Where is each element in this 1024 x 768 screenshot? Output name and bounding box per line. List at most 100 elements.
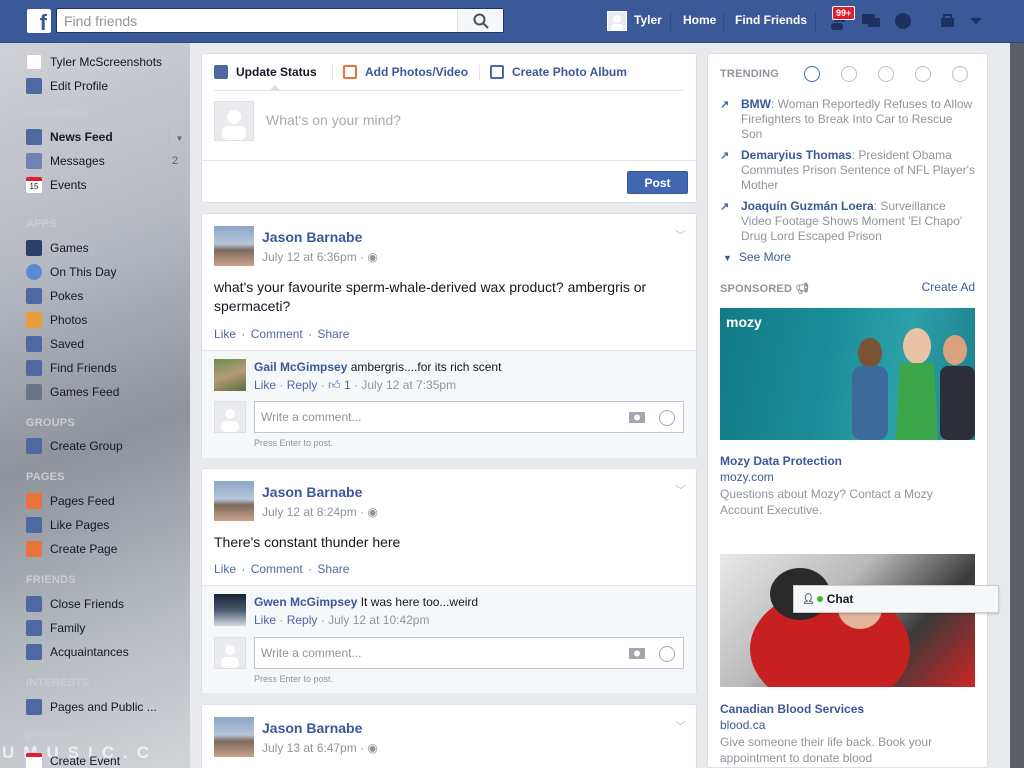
section-title-favorites: FAVORITES <box>26 107 90 119</box>
sidebar-item-pages-and-public[interactable]: Pages and Public ... <box>26 698 186 716</box>
comment-reply-link[interactable]: Reply <box>287 613 318 627</box>
post-button[interactable]: Post <box>627 171 688 194</box>
tab-update-status[interactable]: Update Status <box>214 65 317 79</box>
ad-title[interactable]: Canadian Blood Services <box>720 702 864 716</box>
sidebar-item-saved[interactable]: Saved <box>26 335 186 353</box>
mozy-ad-image[interactable]: mozy <box>720 308 975 440</box>
commenter-name[interactable]: Gwen McGimpsey <box>254 595 357 609</box>
create-ad-link[interactable]: Create Ad <box>922 280 975 294</box>
sidebar-item-games[interactable]: Games <box>26 239 186 257</box>
comment-link[interactable]: Comment <box>251 562 303 576</box>
sidebar-item-create-page[interactable]: Create Page <box>26 540 186 558</box>
sidebar-item-create-group[interactable]: Create Group <box>26 437 186 455</box>
sidebar-item-acquaintances[interactable]: Acquaintances <box>26 643 186 661</box>
trending-topic[interactable]: Joaquín Guzmán Loera <box>741 199 874 213</box>
comment-like-count[interactable]: 1 <box>344 378 351 392</box>
comment-reply-link[interactable]: Reply <box>287 378 318 392</box>
emoji-smiley-icon[interactable] <box>659 410 675 426</box>
search-button[interactable] <box>457 9 503 32</box>
camera-icon[interactable] <box>629 646 645 659</box>
sidebar-item-create-event[interactable]: Create Event <box>26 752 186 768</box>
author-name[interactable]: Jason Barnabe <box>262 720 362 736</box>
share-link[interactable]: Share <box>317 562 349 576</box>
comment-timestamp[interactable]: July 12 at 7:35pm <box>361 378 456 392</box>
sidebar-item-find-friends[interactable]: Find Friends <box>26 359 186 377</box>
sidebar-item-pokes[interactable]: Pokes <box>26 287 186 305</box>
messages-icon[interactable] <box>860 10 882 32</box>
share-link[interactable]: Share <box>317 327 349 341</box>
story-options-chevron-down-icon[interactable]: ﹀ <box>675 227 686 243</box>
settings-chevron-down-icon[interactable] <box>965 10 987 32</box>
timestamp-text[interactable]: July 12 at 6:36pm <box>262 250 357 264</box>
comment-link[interactable]: Comment <box>251 327 303 341</box>
nav-home-link[interactable]: Home <box>683 13 716 27</box>
sidebar-item-photos[interactable]: Photos <box>26 311 186 329</box>
nav-find-friends-link[interactable]: Find Friends <box>735 13 807 27</box>
comment-input[interactable] <box>255 638 615 668</box>
commenter-avatar[interactable] <box>214 594 246 626</box>
commenter-avatar[interactable] <box>214 359 246 391</box>
comment-like-link[interactable]: Like <box>254 378 276 392</box>
timestamp-text[interactable]: July 13 at 6:47pm <box>262 741 357 755</box>
timestamp-text[interactable]: July 12 at 8:24pm <box>262 505 357 519</box>
author-avatar[interactable] <box>214 717 254 757</box>
megaphone-icon: 📢︎ <box>795 283 810 295</box>
games-icon <box>26 240 42 256</box>
trending-item[interactable]: ↗ Joaquín Guzmán Loera: Surveillance Vid… <box>720 199 975 244</box>
sidebar-item-close-friends[interactable]: Close Friends <box>26 595 186 613</box>
author-avatar[interactable] <box>214 481 254 521</box>
trending-sports-icon[interactable] <box>915 66 931 82</box>
story-options-chevron-down-icon[interactable]: ﹀ <box>675 482 686 498</box>
ad-title[interactable]: Mozy Data Protection <box>720 454 842 468</box>
story-options-chevron-down-icon[interactable]: ﹀ <box>675 718 686 734</box>
camera-icon[interactable] <box>629 410 645 423</box>
author-name[interactable]: Jason Barnabe <box>262 484 362 500</box>
trending-topic[interactable]: BMW <box>741 97 771 111</box>
emoji-smiley-icon[interactable] <box>659 646 675 662</box>
sidebar-item-news-feed[interactable]: News Feed <box>26 128 186 146</box>
see-more-link[interactable]: ▼ See More <box>723 250 791 264</box>
trending-item[interactable]: ↗ BMW: Woman Reportedly Refuses to Allow… <box>720 97 975 142</box>
sidebar-item-events[interactable]: 15 Events <box>26 176 186 194</box>
trending-entertainment-icon[interactable] <box>952 66 968 82</box>
sidebar-item-pages-feed[interactable]: Pages Feed <box>26 492 186 510</box>
ad-url[interactable]: mozy.com <box>720 470 774 484</box>
comment-timestamp[interactable]: July 12 at 10:42pm <box>328 613 429 627</box>
author-avatar[interactable] <box>214 226 254 266</box>
search-input[interactable] <box>57 9 457 32</box>
privacy-shortcuts-icon[interactable] <box>937 10 959 32</box>
chat-tab[interactable]: 👤︎ Chat <box>793 585 999 613</box>
like-link[interactable]: Like <box>214 327 236 341</box>
nav-profile-link[interactable]: Tyler <box>634 13 662 27</box>
sidebar-item-messages[interactable]: Messages 2 <box>26 152 186 170</box>
trending-science-icon[interactable] <box>878 66 894 82</box>
like-link[interactable]: Like <box>214 562 236 576</box>
notifications-globe-icon[interactable] <box>892 10 914 32</box>
sidebar-item-edit-profile[interactable]: Edit Profile <box>26 77 186 95</box>
trending-headline: Woman Reportedly Refuses to Allow Firefi… <box>741 97 973 141</box>
blood-services-ad-image[interactable] <box>720 554 975 687</box>
trending-top-icon[interactable] <box>804 66 820 82</box>
news-feed-options-chevron-down-icon[interactable]: ▼ <box>168 129 190 147</box>
commenter-name[interactable]: Gail McGimpsey <box>254 360 347 374</box>
sidebar-item-like-pages[interactable]: Like Pages <box>26 516 186 534</box>
trending-politics-icon[interactable] <box>841 66 857 82</box>
sidebar-item-family[interactable]: Family <box>26 619 186 637</box>
like-thumb-icon[interactable]: 👍︎ <box>328 378 341 392</box>
author-name[interactable]: Jason Barnabe <box>262 229 362 245</box>
user-avatar[interactable] <box>607 11 627 31</box>
facebook-logo-icon[interactable]: f <box>27 9 51 33</box>
sidebar-item-games-feed[interactable]: Games Feed <box>26 383 186 401</box>
sidebar-profile-link[interactable]: Tyler McScreenshots <box>26 53 186 71</box>
comment-input[interactable] <box>255 402 615 432</box>
trending-item[interactable]: ↗ Demaryius Thomas: President Obama Comm… <box>720 148 975 193</box>
tab-create-photo-album[interactable]: Create Photo Album <box>490 65 627 79</box>
ad-url[interactable]: blood.ca <box>720 718 765 732</box>
tab-add-photos-video[interactable]: Add Photos/Video <box>343 65 468 79</box>
sidebar-item-on-this-day[interactable]: On This Day <box>26 263 186 281</box>
trending-topic[interactable]: Demaryius Thomas <box>741 148 852 162</box>
comment-like-link[interactable]: Like <box>254 613 276 627</box>
find-friends-icon <box>26 360 42 376</box>
story-timestamp: July 12 at 8:24pm · ◉ <box>262 505 378 519</box>
status-input[interactable]: What's on your mind? <box>266 112 401 128</box>
